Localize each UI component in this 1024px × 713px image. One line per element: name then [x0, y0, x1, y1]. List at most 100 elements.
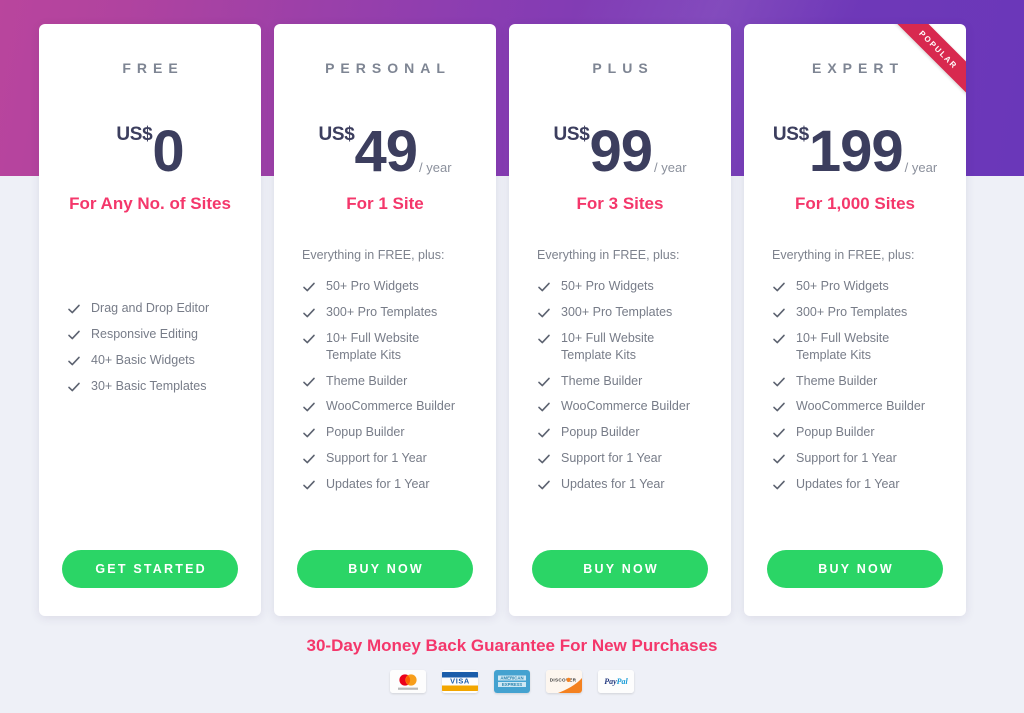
feature-item: 50+ Pro Widgets: [537, 278, 731, 295]
feature-label: Theme Builder: [561, 373, 643, 388]
pricing-card-personal: PERSONAL US$ 49/ year For 1 Site Everything …: [274, 24, 496, 616]
feature-item: Theme Builder: [302, 373, 496, 390]
feature-item: 300+ Pro Templates: [537, 304, 731, 321]
cta-wrapper: BUY NOW: [274, 550, 496, 588]
feature-item: Updates for 1 Year: [537, 476, 731, 493]
cta-wrapper: GET STARTED: [39, 550, 261, 588]
feature-list: Drag and Drop Editor Responsive Editing 40…: [67, 300, 261, 395]
plan-name: PLUS: [592, 60, 654, 76]
everything-in-free-label: Everything in FREE, plus:: [772, 248, 915, 262]
feature-item: 10+ Full Website Template Kits: [302, 330, 496, 364]
feature-label: 30+ Basic Templates: [91, 378, 207, 393]
price-period: / year: [419, 160, 452, 175]
everything-in-free-label: Everything in FREE, plus:: [302, 248, 445, 262]
price-currency: US$: [116, 124, 153, 145]
check-icon: [772, 400, 786, 414]
feature-label: 300+ Pro Templates: [561, 304, 673, 319]
plan-name: PERSONAL: [325, 60, 451, 76]
check-icon: [302, 332, 316, 346]
pricing-card-list: FREE US$ 0 For Any No. of Sites Drag and Dr…: [0, 0, 1024, 616]
check-icon: [302, 306, 316, 320]
american-express-icon: AMERICAN EXPRESS: [494, 670, 530, 693]
feature-item: Popup Builder: [302, 424, 496, 441]
mastercard-icon: [390, 670, 426, 693]
feature-label: Support for 1 Year: [796, 451, 897, 466]
feature-label: WooCommerce Builder: [326, 399, 455, 414]
feature-item: Updates for 1 Year: [302, 476, 496, 493]
feature-label: 10+ Full Website Template Kits: [326, 330, 420, 362]
feature-item: 50+ Pro Widgets: [302, 278, 496, 295]
feature-label: Support for 1 Year: [326, 451, 427, 466]
check-icon: [537, 478, 551, 492]
paypal-icon: PayPal: [598, 670, 634, 693]
check-icon: [537, 332, 551, 346]
feature-item: Theme Builder: [772, 373, 966, 390]
price-amount: 0: [152, 118, 184, 184]
svg-text:EXPRESS: EXPRESS: [502, 682, 522, 687]
feature-list: 50+ Pro Widgets 300+ Pro Templates 10+ Ful…: [537, 278, 731, 493]
feature-label: 300+ Pro Templates: [326, 304, 438, 319]
check-icon: [772, 426, 786, 440]
price-row: US$ 99/ year: [509, 100, 731, 184]
feature-item: Support for 1 Year: [302, 450, 496, 467]
check-icon: [302, 426, 316, 440]
everything-in-free-label: Everything in FREE, plus:: [537, 248, 680, 262]
check-icon: [67, 328, 81, 342]
check-icon: [772, 452, 786, 466]
check-icon: [772, 306, 786, 320]
price-row: US$ 199/ year: [744, 100, 966, 184]
check-icon: [67, 354, 81, 368]
discover-icon: DISCOVER: [546, 670, 582, 693]
price-currency: US$: [318, 124, 355, 145]
check-icon: [302, 375, 316, 389]
feature-label: Theme Builder: [796, 373, 878, 388]
feature-label: Drag and Drop Editor: [91, 301, 210, 315]
price-row: US$ 49/ year: [274, 100, 496, 184]
check-icon: [67, 380, 81, 394]
feature-item: 10+ Full Website Template Kits: [537, 330, 731, 364]
feature-item: Drag and Drop Editor: [67, 300, 261, 317]
feature-label: Popup Builder: [561, 425, 640, 440]
check-icon: [537, 280, 551, 294]
feature-label: Popup Builder: [326, 425, 405, 440]
feature-item: Updates for 1 Year: [772, 476, 966, 493]
feature-label: Theme Builder: [326, 373, 408, 388]
cta-wrapper: BUY NOW: [744, 550, 966, 588]
plan-sites-label: For 1 Site: [346, 194, 424, 213]
check-icon: [67, 302, 81, 316]
cta-button-plus[interactable]: BUY NOW: [532, 550, 708, 588]
feature-item: WooCommerce Builder: [772, 398, 966, 415]
feature-label: Support for 1 Year: [561, 451, 662, 466]
cta-button-personal[interactable]: BUY NOW: [297, 550, 473, 588]
plan-name: FREE: [122, 60, 184, 76]
feature-item: 50+ Pro Widgets: [772, 278, 966, 295]
price-amount: 49: [354, 118, 419, 184]
check-icon: [302, 452, 316, 466]
check-icon: [772, 478, 786, 492]
feature-label: 10+ Full Website Template Kits: [561, 330, 655, 362]
feature-item: Popup Builder: [772, 424, 966, 441]
feature-label: Responsive Editing: [91, 326, 199, 341]
price-row: US$ 0: [39, 100, 261, 184]
feature-item: Responsive Editing: [67, 326, 261, 343]
check-icon: [537, 452, 551, 466]
feature-list: 50+ Pro Widgets 300+ Pro Templates 10+ Ful…: [302, 278, 496, 493]
check-icon: [537, 375, 551, 389]
feature-label: 300+ Pro Templates: [796, 304, 908, 319]
price-amount: 99: [589, 118, 654, 184]
price-amount: 199: [808, 118, 904, 184]
pricing-card-expert: POPULAR EXPERT US$ 199/ year For 1,000 Sites…: [744, 24, 966, 616]
check-icon: [302, 400, 316, 414]
cta-button-expert[interactable]: BUY NOW: [767, 550, 943, 588]
pricing-card-plus: PLUS US$ 99/ year For 3 Sites Everything in …: [509, 24, 731, 616]
feature-item: Popup Builder: [537, 424, 731, 441]
svg-text:VISA: VISA: [450, 677, 470, 686]
check-icon: [302, 280, 316, 294]
feature-label: Updates for 1 Year: [326, 477, 430, 491]
feature-item: 30+ Basic Templates: [67, 378, 261, 395]
cta-button-free[interactable]: GET STARTED: [62, 550, 238, 588]
check-icon: [537, 426, 551, 440]
feature-item: 40+ Basic Widgets: [67, 352, 261, 369]
feature-item: 300+ Pro Templates: [772, 304, 966, 321]
svg-text:AMERICAN: AMERICAN: [500, 676, 523, 681]
